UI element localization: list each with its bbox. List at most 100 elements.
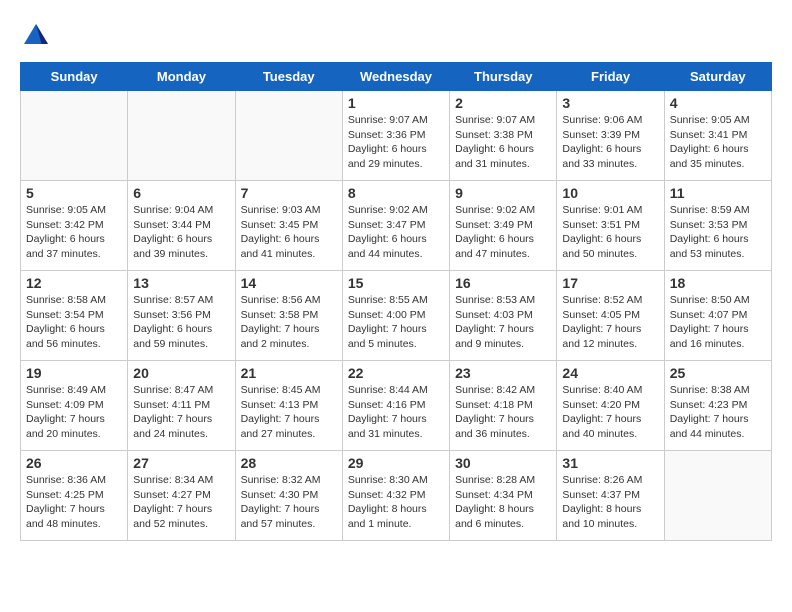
calendar-week-row: 19 Sunrise: 8:49 AM Sunset: 4:09 PM Dayli… — [21, 361, 772, 451]
day-number: 4 — [670, 95, 766, 111]
day-info: Sunrise: 8:26 AM Sunset: 4:37 PM Dayligh… — [562, 473, 658, 532]
calendar-table: SundayMondayTuesdayWednesdayThursdayFrid… — [20, 62, 772, 541]
calendar-cell: 31 Sunrise: 8:26 AM Sunset: 4:37 PM Dayli… — [557, 451, 664, 541]
day-number: 8 — [348, 185, 444, 201]
day-info: Sunrise: 8:49 AM Sunset: 4:09 PM Dayligh… — [26, 383, 122, 442]
day-info: Sunrise: 8:52 AM Sunset: 4:05 PM Dayligh… — [562, 293, 658, 352]
day-number: 26 — [26, 455, 122, 471]
day-number: 17 — [562, 275, 658, 291]
day-info: Sunrise: 9:03 AM Sunset: 3:45 PM Dayligh… — [241, 203, 337, 262]
calendar-cell: 21 Sunrise: 8:45 AM Sunset: 4:13 PM Dayli… — [235, 361, 342, 451]
calendar-cell: 5 Sunrise: 9:05 AM Sunset: 3:42 PM Daylig… — [21, 181, 128, 271]
day-number: 29 — [348, 455, 444, 471]
calendar-cell: 9Sunrise: 9:02 AM Sunset: 3:49 PM Daylig… — [450, 181, 557, 271]
day-number: 22 — [348, 365, 444, 381]
calendar-cell: 28Sunrise: 8:32 AM Sunset: 4:30 PM Dayli… — [235, 451, 342, 541]
calendar-cell: 17 Sunrise: 8:52 AM Sunset: 4:05 PM Dayli… — [557, 271, 664, 361]
calendar-cell: 20 Sunrise: 8:47 AM Sunset: 4:11 PM Dayli… — [128, 361, 235, 451]
day-info: Sunrise: 8:55 AM Sunset: 4:00 PM Dayligh… — [348, 293, 444, 352]
day-info: Sunrise: 8:34 AM Sunset: 4:27 PM Dayligh… — [133, 473, 229, 532]
day-info: Sunrise: 9:05 AM Sunset: 3:42 PM Dayligh… — [26, 203, 122, 262]
day-number: 5 — [26, 185, 122, 201]
day-info: Sunrise: 9:02 AM Sunset: 3:47 PM Dayligh… — [348, 203, 444, 262]
day-info: Sunrise: 8:30 AM Sunset: 4:32 PM Dayligh… — [348, 473, 444, 532]
calendar-cell: 26 Sunrise: 8:36 AM Sunset: 4:25 PM Dayli… — [21, 451, 128, 541]
calendar-cell: 18 Sunrise: 8:50 AM Sunset: 4:07 PM Dayli… — [664, 271, 771, 361]
calendar-cell — [21, 91, 128, 181]
day-number: 24 — [562, 365, 658, 381]
calendar-week-row: 5 Sunrise: 9:05 AM Sunset: 3:42 PM Daylig… — [21, 181, 772, 271]
calendar-body: 1 Sunrise: 9:07 AM Sunset: 3:36 PM Daylig… — [21, 91, 772, 541]
day-number: 16 — [455, 275, 551, 291]
calendar-cell: 30Sunrise: 8:28 AM Sunset: 4:34 PM Dayli… — [450, 451, 557, 541]
page-header — [20, 20, 772, 52]
day-info: Sunrise: 9:01 AM Sunset: 3:51 PM Dayligh… — [562, 203, 658, 262]
weekday-header-friday: Friday — [557, 63, 664, 91]
day-info: Sunrise: 8:59 AM Sunset: 3:53 PM Dayligh… — [670, 203, 766, 262]
day-info: Sunrise: 8:58 AM Sunset: 3:54 PM Dayligh… — [26, 293, 122, 352]
day-info: Sunrise: 8:40 AM Sunset: 4:20 PM Dayligh… — [562, 383, 658, 442]
calendar-cell: 16Sunrise: 8:53 AM Sunset: 4:03 PM Dayli… — [450, 271, 557, 361]
weekday-header-tuesday: Tuesday — [235, 63, 342, 91]
logo-icon — [20, 20, 52, 52]
day-info: Sunrise: 8:56 AM Sunset: 3:58 PM Dayligh… — [241, 293, 337, 352]
day-number: 30 — [455, 455, 551, 471]
calendar-cell — [235, 91, 342, 181]
calendar-cell: 24 Sunrise: 8:40 AM Sunset: 4:20 PM Dayli… — [557, 361, 664, 451]
calendar-cell: 19 Sunrise: 8:49 AM Sunset: 4:09 PM Dayli… — [21, 361, 128, 451]
day-info: Sunrise: 8:47 AM Sunset: 4:11 PM Dayligh… — [133, 383, 229, 442]
day-number: 25 — [670, 365, 766, 381]
weekday-header-thursday: Thursday — [450, 63, 557, 91]
day-info: Sunrise: 8:50 AM Sunset: 4:07 PM Dayligh… — [670, 293, 766, 352]
calendar-cell — [128, 91, 235, 181]
calendar-cell: 1 Sunrise: 9:07 AM Sunset: 3:36 PM Daylig… — [342, 91, 449, 181]
day-info: Sunrise: 8:57 AM Sunset: 3:56 PM Dayligh… — [133, 293, 229, 352]
calendar-cell: 6 Sunrise: 9:04 AM Sunset: 3:44 PM Daylig… — [128, 181, 235, 271]
day-info: Sunrise: 8:44 AM Sunset: 4:16 PM Dayligh… — [348, 383, 444, 442]
day-number: 15 — [348, 275, 444, 291]
day-number: 23 — [455, 365, 551, 381]
day-info: Sunrise: 9:07 AM Sunset: 3:36 PM Dayligh… — [348, 113, 444, 172]
logo — [20, 20, 56, 52]
calendar-cell: 11 Sunrise: 8:59 AM Sunset: 3:53 PM Dayli… — [664, 181, 771, 271]
day-number: 3 — [562, 95, 658, 111]
day-info: Sunrise: 8:42 AM Sunset: 4:18 PM Dayligh… — [455, 383, 551, 442]
day-number: 1 — [348, 95, 444, 111]
day-number: 11 — [670, 185, 766, 201]
calendar-header: SundayMondayTuesdayWednesdayThursdayFrid… — [21, 63, 772, 91]
day-number: 20 — [133, 365, 229, 381]
calendar-cell: 29 Sunrise: 8:30 AM Sunset: 4:32 PM Dayli… — [342, 451, 449, 541]
day-number: 31 — [562, 455, 658, 471]
calendar-cell: 13Sunrise: 8:57 AM Sunset: 3:56 PM Dayli… — [128, 271, 235, 361]
calendar-cell: 25Sunrise: 8:38 AM Sunset: 4:23 PM Dayli… — [664, 361, 771, 451]
day-number: 18 — [670, 275, 766, 291]
day-info: Sunrise: 9:07 AM Sunset: 3:38 PM Dayligh… — [455, 113, 551, 172]
calendar-cell — [664, 451, 771, 541]
calendar-cell: 4 Sunrise: 9:05 AM Sunset: 3:41 PM Daylig… — [664, 91, 771, 181]
day-number: 9 — [455, 185, 551, 201]
calendar-week-row: 12Sunrise: 8:58 AM Sunset: 3:54 PM Dayli… — [21, 271, 772, 361]
calendar-cell: 2 Sunrise: 9:07 AM Sunset: 3:38 PM Daylig… — [450, 91, 557, 181]
day-info: Sunrise: 8:45 AM Sunset: 4:13 PM Dayligh… — [241, 383, 337, 442]
weekday-header-wednesday: Wednesday — [342, 63, 449, 91]
calendar-week-row: 1 Sunrise: 9:07 AM Sunset: 3:36 PM Daylig… — [21, 91, 772, 181]
day-info: Sunrise: 9:05 AM Sunset: 3:41 PM Dayligh… — [670, 113, 766, 172]
calendar-cell: 10Sunrise: 9:01 AM Sunset: 3:51 PM Dayli… — [557, 181, 664, 271]
day-number: 6 — [133, 185, 229, 201]
calendar-cell: 23 Sunrise: 8:42 AM Sunset: 4:18 PM Dayli… — [450, 361, 557, 451]
day-number: 19 — [26, 365, 122, 381]
weekday-header-sunday: Sunday — [21, 63, 128, 91]
day-info: Sunrise: 8:32 AM Sunset: 4:30 PM Dayligh… — [241, 473, 337, 532]
calendar-cell: 15 Sunrise: 8:55 AM Sunset: 4:00 PM Dayli… — [342, 271, 449, 361]
day-number: 14 — [241, 275, 337, 291]
day-number: 7 — [241, 185, 337, 201]
day-info: Sunrise: 8:36 AM Sunset: 4:25 PM Dayligh… — [26, 473, 122, 532]
day-number: 21 — [241, 365, 337, 381]
day-number: 2 — [455, 95, 551, 111]
calendar-week-row: 26 Sunrise: 8:36 AM Sunset: 4:25 PM Dayli… — [21, 451, 772, 541]
day-info: Sunrise: 9:04 AM Sunset: 3:44 PM Dayligh… — [133, 203, 229, 262]
calendar-cell: 22 Sunrise: 8:44 AM Sunset: 4:16 PM Dayli… — [342, 361, 449, 451]
calendar-cell: 14 Sunrise: 8:56 AM Sunset: 3:58 PM Dayli… — [235, 271, 342, 361]
day-info: Sunrise: 9:06 AM Sunset: 3:39 PM Dayligh… — [562, 113, 658, 172]
calendar-cell: 8 Sunrise: 9:02 AM Sunset: 3:47 PM Daylig… — [342, 181, 449, 271]
